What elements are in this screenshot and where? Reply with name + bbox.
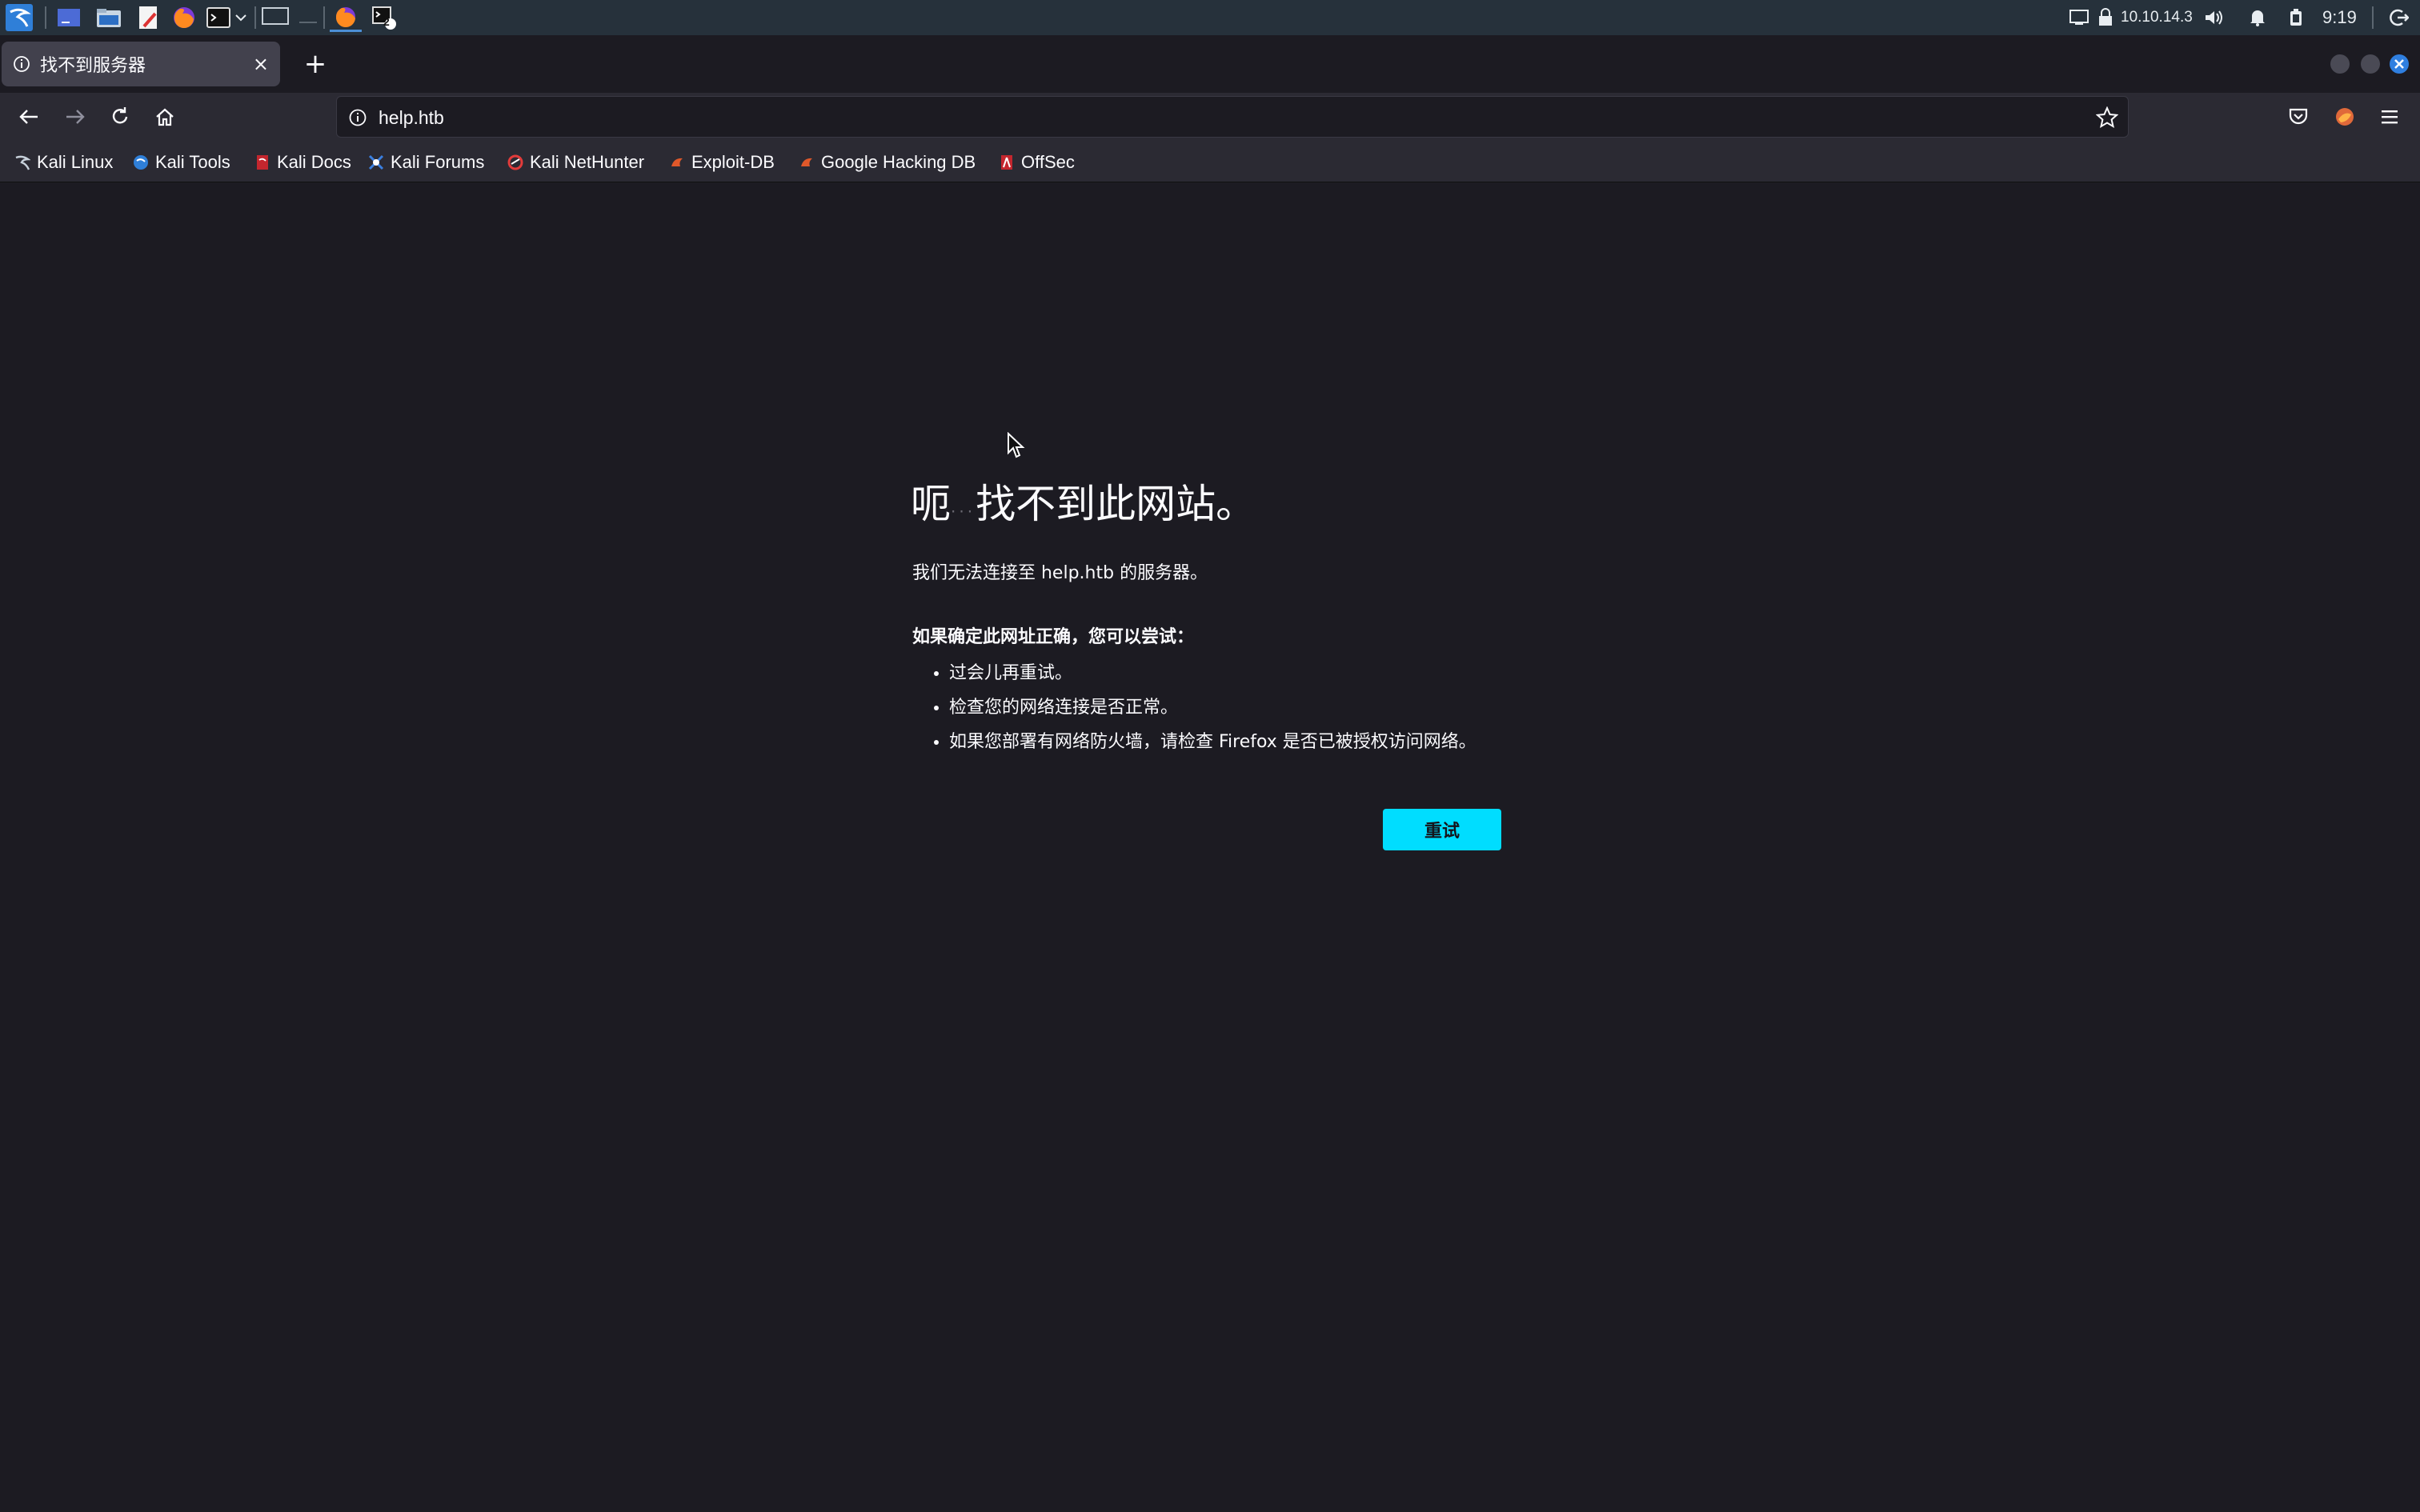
url-text[interactable]: help.htb: [379, 97, 444, 138]
tab-strip: [0, 35, 2420, 93]
workspace-1-icon[interactable]: [261, 3, 290, 32]
extensions-button[interactable]: [2327, 99, 2362, 134]
reload-icon: [112, 107, 128, 124]
bookmark-label: Kali Forums: [391, 152, 485, 172]
app-menu-button[interactable]: [2372, 99, 2407, 134]
kali-menu-icon[interactable]: [3, 3, 35, 32]
forward-button[interactable]: [58, 99, 93, 134]
error-title-dots: ...: [951, 497, 976, 517]
bookmark-label: Google Hacking DB: [821, 152, 976, 172]
extension-icon: [2336, 108, 2354, 126]
tab-server-not-found[interactable]: 找不到服务器 ×: [2, 42, 280, 86]
bookmark-label: Exploit-DB: [691, 152, 775, 172]
retry-button[interactable]: 重试: [1383, 809, 1501, 850]
offsec-icon: [999, 154, 1015, 170]
show-desktop-icon[interactable]: [54, 3, 83, 32]
maximize-button[interactable]: [2361, 54, 2380, 74]
bookmark-label: Kali NetHunter: [530, 152, 645, 172]
pocket-icon: [2289, 108, 2308, 125]
page-content: [0, 182, 2420, 1512]
close-icon: [2394, 59, 2404, 69]
site-info-icon[interactable]: [348, 108, 367, 130]
error-description: 我们无法连接至 help.htb 的服务器。: [912, 563, 1208, 583]
home-icon: [156, 108, 174, 126]
suggestion-list: 过会儿再重试。 检查您的网络连接是否正常。 如果您部署有网络防火墙，请检查 Fi…: [932, 656, 1476, 759]
ghdb-icon: [799, 154, 815, 170]
nethunter-icon: [507, 154, 523, 170]
hamburger-menu-icon: [2382, 110, 2398, 124]
clock[interactable]: 9:19: [2322, 0, 2357, 35]
firefox-launcher-icon[interactable]: [170, 3, 198, 32]
ip-address: 10.10.14.3: [2121, 9, 2193, 26]
tab-close-button[interactable]: ×: [253, 54, 269, 74]
bookmarks-toolbar: Kali Linux Kali Tools Kali Docs Kali For…: [0, 142, 2420, 182]
battery-icon[interactable]: [2284, 3, 2308, 32]
bookmark-kali-linux[interactable]: Kali Linux: [14, 142, 113, 182]
back-arrow-icon: [19, 110, 38, 124]
bookmark-kali-tools[interactable]: Kali Tools: [133, 142, 230, 182]
kali-tools-icon: [133, 154, 149, 170]
kali-dragon-icon: [14, 154, 31, 170]
bookmark-kali-forums[interactable]: Kali Forums: [368, 142, 484, 182]
file-manager-icon[interactable]: [94, 3, 123, 32]
bookmark-star-icon[interactable]: [2095, 106, 2119, 132]
list-item: 如果您部署有网络防火墙，请检查 Firefox 是否已被授权访问网络。: [949, 725, 1476, 759]
pocket-button[interactable]: [2281, 99, 2316, 134]
mouse-cursor-icon: [1007, 431, 1026, 462]
bookmark-label: OffSec: [1021, 152, 1075, 172]
info-icon: [13, 55, 30, 76]
workspace-2-icon[interactable]: [296, 3, 320, 32]
close-window-button[interactable]: [2390, 54, 2409, 74]
workspace-badge: 2: [383, 15, 390, 28]
bookmark-kali-nethunter[interactable]: Kali NetHunter: [507, 142, 644, 182]
firefox-task-icon[interactable]: [330, 3, 362, 32]
minimize-button[interactable]: [2330, 54, 2350, 74]
reload-button[interactable]: [102, 99, 138, 134]
navigation-toolbar: help.htb: [0, 93, 2420, 142]
kali-forums-icon: [368, 154, 384, 170]
bookmark-kali-docs[interactable]: Kali Docs: [254, 142, 351, 182]
bookmark-google-hacking-db[interactable]: Google Hacking DB: [799, 142, 976, 182]
bookmark-label: Kali Tools: [155, 152, 230, 172]
logout-icon[interactable]: [2385, 3, 2414, 32]
vpn-lock-icon: [2095, 3, 2116, 32]
forward-arrow-icon: [66, 110, 85, 124]
error-title-start: 呃: [911, 481, 951, 527]
list-item: 检查您的网络连接是否正常。: [949, 690, 1476, 725]
bookmark-offsec[interactable]: OffSec: [999, 142, 1075, 182]
notification-bell-icon[interactable]: [2246, 3, 2270, 32]
home-button[interactable]: [147, 99, 182, 134]
top-panel: 2 10.10.14.3 9:19: [0, 0, 2420, 35]
tab-title: 找不到服务器: [40, 56, 146, 76]
new-tab-button[interactable]: +: [298, 46, 333, 82]
terminal-task-icon[interactable]: 2: [368, 3, 400, 32]
chevron-down-icon[interactable]: [234, 3, 248, 32]
list-item: 过会儿再重试。: [949, 656, 1476, 690]
error-title: 呃...找不到此网站。: [911, 472, 1256, 530]
suggestion-heading: 如果确定此网址正确，您可以尝试：: [912, 627, 1195, 647]
bookmark-label: Kali Linux: [37, 152, 114, 172]
display-icon[interactable]: [2066, 3, 2092, 32]
bookmark-exploit-db[interactable]: Exploit-DB: [669, 142, 775, 182]
exploit-db-icon: [669, 154, 685, 170]
back-button[interactable]: [11, 99, 46, 134]
terminal-launcher-icon[interactable]: [205, 3, 232, 32]
address-bar[interactable]: help.htb: [336, 96, 2129, 138]
kali-docs-icon: [254, 154, 270, 170]
bookmark-label: Kali Docs: [277, 152, 351, 172]
text-editor-icon[interactable]: [134, 3, 162, 32]
error-title-end: 找不到此网站。: [976, 481, 1256, 527]
volume-icon[interactable]: [2202, 3, 2226, 32]
